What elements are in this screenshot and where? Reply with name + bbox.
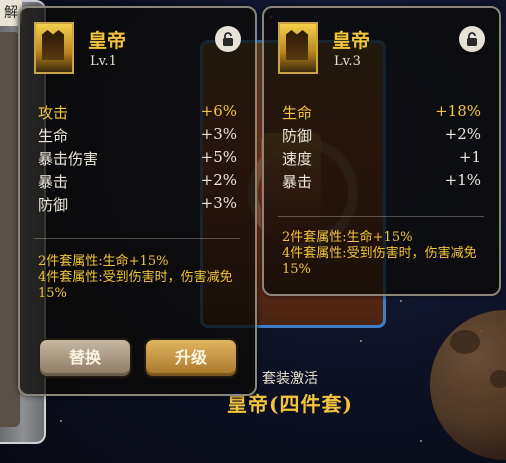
star [360,340,362,342]
stat-value: +2% [444,125,481,143]
lock-icon[interactable] [459,26,485,52]
card-level: Lv.3 [334,54,361,69]
equipped-card: 皇帝 Lv.1 攻击 +6% 生命 +3% 暴击伤害 +5% 暴击 +2% 防御… [18,6,257,396]
stat-name: 攻击 [38,104,69,122]
stat-row: 攻击 +6% [38,102,237,124]
set-bonus-2: 2件套属性:生命+15% [38,254,169,269]
stat-value: +18% [435,102,481,120]
stat-row: 速度 +1 [282,148,481,170]
lock-icon[interactable] [215,26,241,52]
set-bonus-4: 4件套属性:受到伤害时，伤害减免15% [38,270,233,301]
crater [450,330,480,354]
card-title: 皇帝 [88,30,127,52]
stat-row: 暴击伤害 +5% [38,148,237,170]
upgrade-button[interactable]: 升级 [146,340,236,376]
stat-value: +6% [200,102,237,120]
divider [34,238,240,239]
stat-value: +2% [200,171,237,189]
stat-row: 生命 +3% [38,125,237,147]
stat-row: 防御 +2% [282,125,481,147]
star [420,440,422,442]
stat-name: 暴击 [38,173,69,191]
stat-row: 暴击 +2% [38,171,237,193]
stat-row: 生命 +18% [282,102,481,124]
stat-name: 生命 [282,104,313,122]
stat-name: 防御 [38,196,69,214]
star [400,300,402,302]
compare-card: 皇帝 Lv.3 生命 +18% 防御 +2% 速度 +1 暴击 +1% 2件套属… [262,6,501,296]
stat-name: 防御 [282,127,313,145]
emperor-portrait-icon [34,22,74,74]
crown-icon [42,30,64,60]
card-title: 皇帝 [332,30,371,52]
stat-name: 暴击 [282,173,313,191]
set-bonus-4: 4件套属性:受到伤害时，伤害减免15% [282,246,477,277]
crown-icon [286,30,308,60]
emperor-portrait-icon [278,22,318,74]
stat-value: +1 [458,148,481,166]
stat-value: +5% [200,148,237,166]
divider [278,216,484,217]
star [60,420,62,422]
stat-name: 生命 [38,127,69,145]
replace-button[interactable]: 替换 [40,340,130,376]
stat-value: +3% [200,194,237,212]
stat-name: 速度 [282,150,313,168]
set-bonus-2: 2件套属性:生命+15% [282,230,413,245]
crater [490,370,506,388]
stat-name: 暴击伤害 [38,150,99,168]
left-panel-inner [0,32,20,427]
stat-value: +1% [444,171,481,189]
equipment-scene: 解 套装激活 皇帝(四件套) 皇帝 Lv.1 攻击 +6% 生命 +3% 暴击伤… [0,0,506,463]
stat-row: 防御 +3% [38,194,237,216]
card-level: Lv.1 [90,54,117,69]
stat-value: +3% [200,125,237,143]
stat-row: 暴击 +1% [282,171,481,193]
